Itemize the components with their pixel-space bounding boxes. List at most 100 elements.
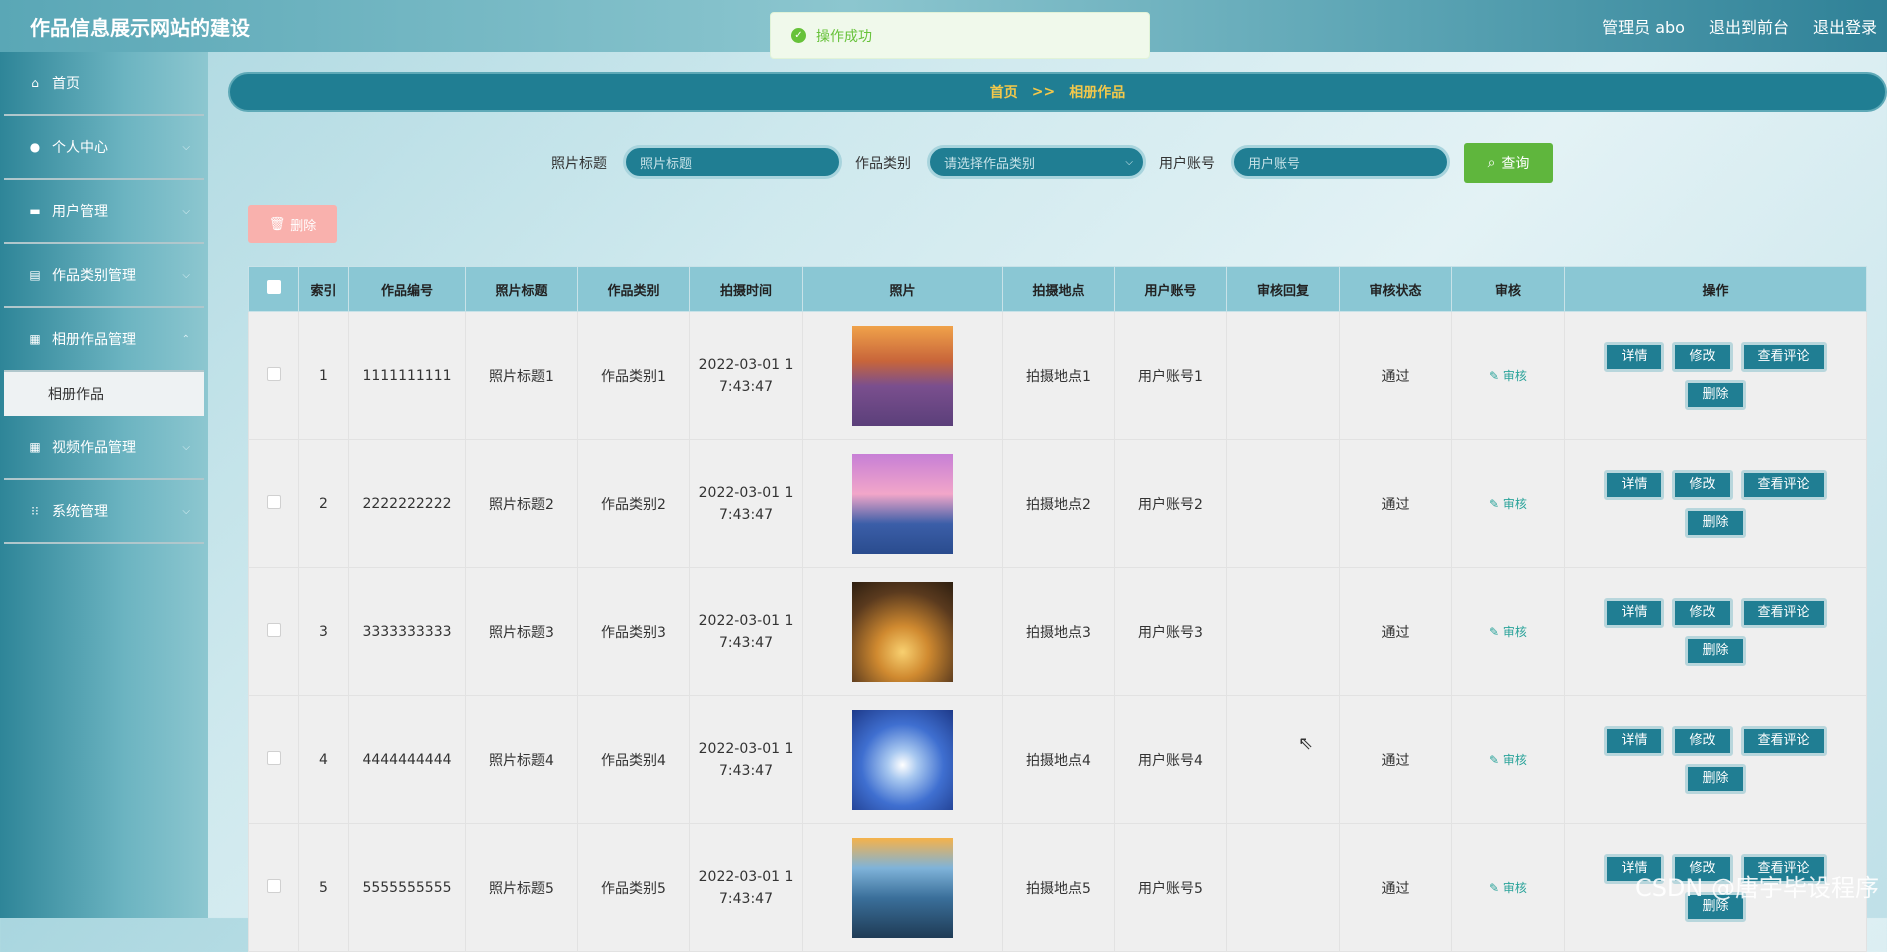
detail-button[interactable]: 详情: [1604, 469, 1665, 500]
audit-link[interactable]: ✎ 审核: [1489, 497, 1527, 511]
chevron-down-icon: ⌵: [182, 441, 190, 453]
detail-button[interactable]: 详情: [1604, 725, 1665, 756]
sidebar-item-album-management[interactable]: ▦ 相册作品管理 ⌃: [4, 308, 204, 372]
check-circle-icon: ✓: [791, 28, 806, 43]
breadcrumb-separator: >>: [1031, 84, 1056, 100]
audit-link-label: 审核: [1502, 369, 1527, 383]
photo-cell: [802, 439, 1003, 568]
delete-button[interactable]: 删除: [1685, 635, 1746, 666]
delete-button[interactable]: 删除: [1685, 763, 1746, 794]
user-account-label: 用户账号: [1159, 156, 1215, 172]
photo-title-input[interactable]: 照片标题: [623, 145, 842, 179]
shoot-time-line2: 7:43:47: [719, 378, 773, 395]
audit-link[interactable]: ✎ 审核: [1489, 753, 1527, 767]
audit-reply-cell: [1226, 439, 1340, 568]
select-all-checkbox[interactable]: [266, 280, 281, 294]
shoot-time-line1: 2022-03-01 1: [698, 612, 794, 629]
logout-link[interactable]: 退出登录: [1813, 14, 1877, 38]
row-select-cell[interactable]: [248, 823, 299, 952]
photo-thumbnail[interactable]: [852, 453, 953, 554]
audit-link-label: 审核: [1502, 497, 1527, 511]
sidebar-item-system-management[interactable]: ⁝⁝ 系统管理 ⌵: [4, 480, 204, 544]
location-cell: 拍摄地点3: [1002, 567, 1115, 696]
sidebar-item-user-management[interactable]: ▬ 用户管理 ⌵: [4, 180, 204, 244]
sidebar-item-video-management[interactable]: ▦ 视频作品管理 ⌵: [4, 416, 204, 480]
chevron-down-icon: ⌵: [182, 269, 190, 281]
view-comments-button[interactable]: 查看评论: [1740, 725, 1827, 756]
delete-button[interactable]: 删除: [1685, 379, 1746, 410]
row-select-cell[interactable]: [248, 567, 299, 696]
breadcrumb: 首页 >> 相册作品: [228, 72, 1887, 112]
sidebar-item-label: 视频作品管理: [52, 440, 136, 456]
row-checkbox[interactable]: [266, 366, 281, 381]
edit-button[interactable]: 修改: [1672, 597, 1733, 628]
row-select-cell[interactable]: [248, 439, 299, 568]
select-all-header[interactable]: [248, 266, 299, 312]
audit-link[interactable]: ✎ 审核: [1489, 369, 1527, 383]
photo-thumbnail[interactable]: [852, 581, 953, 682]
sidebar-item-category-management[interactable]: ▤ 作品类别管理 ⌵: [4, 244, 204, 308]
audit-status-cell: 通过: [1339, 311, 1452, 440]
clipboard-icon: ▤: [29, 268, 41, 282]
toast-message: 操作成功: [816, 28, 872, 45]
shoot-time-line1: 2022-03-01 1: [698, 484, 794, 501]
sidebar-item-home[interactable]: ⌂ 首页: [4, 52, 204, 116]
photo-thumbnail[interactable]: [852, 709, 953, 810]
photo-thumbnail[interactable]: [852, 837, 953, 938]
index-cell: 4: [298, 695, 349, 824]
user-account-input[interactable]: 用户账号: [1231, 145, 1450, 179]
shoot-time-cell: 2022-03-01 1 7:43:47: [689, 823, 803, 952]
sidebar-item-label: 用户管理: [52, 204, 108, 220]
chevron-down-icon: ⌵: [1125, 156, 1133, 168]
briefcase-icon: ▬: [29, 204, 41, 218]
audit-link[interactable]: ✎ 审核: [1489, 881, 1527, 895]
row-checkbox[interactable]: [266, 494, 281, 509]
exit-to-front-link[interactable]: 退出到前台: [1709, 14, 1789, 38]
trash-icon: 🗑: [268, 216, 286, 232]
shoot-time-cell: 2022-03-01 1 7:43:47: [689, 311, 803, 440]
view-comments-button[interactable]: 查看评论: [1740, 341, 1827, 372]
user-account-cell: 用户账号5: [1114, 823, 1227, 952]
shoot-time-line2: 7:43:47: [719, 890, 773, 907]
edit-button[interactable]: 修改: [1672, 341, 1733, 372]
delete-button[interactable]: 删除: [1685, 507, 1746, 538]
view-comments-button[interactable]: 查看评论: [1740, 597, 1827, 628]
home-icon: ⌂: [31, 76, 39, 90]
works-table: 索引 作品编号 照片标题 作品类别 拍摄时间 照片 拍摄地点 用户账号 审核回复…: [248, 266, 1867, 952]
chevron-up-icon: ⌃: [181, 333, 190, 345]
index-cell: 5: [298, 823, 349, 952]
photo-cell: [802, 695, 1003, 824]
column-header: 照片: [802, 266, 1003, 312]
row-checkbox[interactable]: [266, 878, 281, 893]
audit-link[interactable]: ✎ 审核: [1489, 625, 1527, 639]
audit-status-cell: 通过: [1339, 439, 1452, 568]
app-title: 作品信息展示网站的建设: [30, 16, 250, 40]
photo-thumbnail[interactable]: [852, 325, 953, 426]
photo-title-cell: 照片标题1: [465, 311, 578, 440]
column-header: 用户账号: [1114, 266, 1227, 312]
sidebar-subitem-album-works[interactable]: 相册作品: [4, 372, 204, 416]
category-cell: 作品类别4: [577, 695, 690, 824]
row-checkbox[interactable]: [266, 750, 281, 765]
sidebar-item-label: 作品类别管理: [52, 268, 136, 284]
sidebar-item-label: 相册作品管理: [52, 332, 136, 348]
row-checkbox[interactable]: [266, 622, 281, 637]
query-button[interactable]: ⌕ 查询: [1464, 143, 1553, 183]
view-comments-button[interactable]: 查看评论: [1740, 469, 1827, 500]
success-toast: ✓ 操作成功: [770, 12, 1150, 59]
breadcrumb-home[interactable]: 首页: [990, 82, 1018, 102]
detail-button[interactable]: 详情: [1604, 597, 1665, 628]
location-cell: 拍摄地点2: [1002, 439, 1115, 568]
table-row: 2 2222222222 照片标题2 作品类别2 2022-03-01 1 7:4…: [248, 439, 1867, 568]
detail-button[interactable]: 详情: [1604, 341, 1665, 372]
table-row: 3 3333333333 照片标题3 作品类别3 2022-03-01 1 7:4…: [248, 567, 1867, 696]
edit-button[interactable]: 修改: [1672, 469, 1733, 500]
category-select[interactable]: 请选择作品类别 ⌵: [927, 145, 1146, 179]
row-select-cell[interactable]: [248, 311, 299, 440]
edit-button[interactable]: 修改: [1672, 725, 1733, 756]
audit-cell: ✎ 审核: [1451, 311, 1565, 440]
search-bar: 照片标题 照片标题 作品类别 请选择作品类别 ⌵ 用户账号 用户账号 ⌕ 查询: [0, 143, 1887, 183]
row-select-cell[interactable]: [248, 695, 299, 824]
batch-delete-button[interactable]: 🗑 删除: [248, 205, 337, 243]
column-header: 照片标题: [465, 266, 578, 312]
